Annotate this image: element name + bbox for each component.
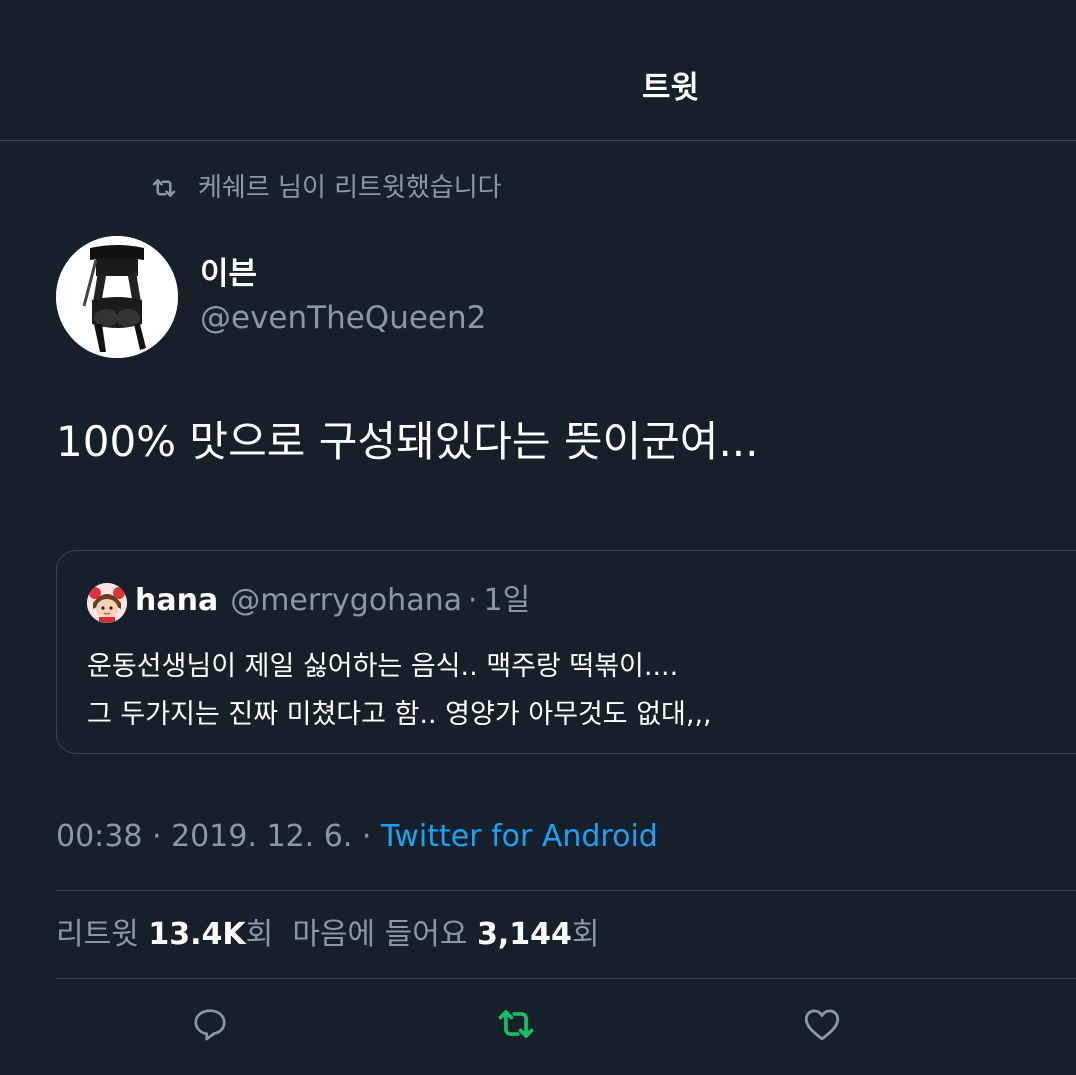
tweet-stats: 리트윗 13.4K회 마음에 들어요 3,144회	[56, 912, 600, 958]
meta-separator: ·	[142, 819, 172, 854]
page-title: 트윗	[641, 70, 700, 106]
divider	[56, 978, 1076, 979]
like-label: 마음에 들어요	[292, 917, 468, 952]
retweet-icon	[148, 172, 180, 204]
quoted-timestamp: 1일	[483, 583, 531, 618]
retweet-context-text: 케쉐르 님이 리트윗했습니다	[198, 173, 502, 203]
quoted-tweet-line: 그 두가지는 진짜 미쳤다고 함.. 영양가 아무것도 없대,,,	[87, 699, 712, 730]
heart-icon	[804, 1009, 840, 1041]
quoted-tweet-header: hana @merrygohana · 1일	[135, 579, 530, 623]
quoted-tweet-line: 운동선생님이 제일 싫어하는 음식.. 맥주랑 떡볶이....	[87, 651, 679, 682]
quoted-author-name: hana	[135, 583, 219, 618]
like-count: 3,144	[477, 917, 572, 952]
retweet-button[interactable]	[494, 1002, 538, 1046]
like-stat[interactable]: 마음에 들어요 3,144회	[292, 917, 599, 952]
retweet-suffix: 회	[245, 917, 274, 952]
quoted-author-handle: @merrygohana	[230, 583, 462, 618]
top-bar: 트윗	[0, 0, 1076, 141]
like-button[interactable]	[800, 1002, 844, 1046]
author-avatar[interactable]	[56, 236, 178, 358]
tweet-meta: 00:38 · 2019. 12. 6. · Twitter for Andro…	[56, 814, 658, 860]
retweet-icon	[498, 1010, 534, 1038]
quoted-tweet-card[interactable]: hana @merrygohana · 1일 운동선생님이 제일 싫어하는 음식…	[56, 550, 1076, 754]
author-handle[interactable]: @evenTheQueen2	[200, 296, 486, 340]
quoted-separator: ·	[467, 583, 478, 618]
retweet-stat[interactable]: 리트윗 13.4K회	[56, 917, 273, 952]
divider	[56, 890, 1076, 891]
retweet-count: 13.4K	[148, 917, 246, 952]
meta-separator: ·	[352, 819, 381, 854]
tweet-date: 2019. 12. 6.	[171, 819, 353, 854]
quoted-author-avatar	[87, 583, 127, 623]
tweet-source-link[interactable]: Twitter for Android	[381, 819, 658, 854]
author-name[interactable]: 이븐	[200, 252, 257, 296]
tweet-time: 00:38	[56, 819, 143, 854]
reply-button[interactable]	[188, 1002, 232, 1046]
quoted-tweet-text: 운동선생님이 제일 싫어하는 음식.. 맥주랑 떡볶이.... 그 두가지는 진…	[87, 643, 712, 739]
like-suffix: 회	[571, 917, 600, 952]
reply-icon	[194, 1009, 226, 1041]
tweet-text: 100% 맛으로 구성돼있다는 뜻이군여...	[56, 417, 759, 466]
retweet-context[interactable]: 케쉐르 님이 리트윗했습니다	[148, 168, 502, 208]
retweet-label: 리트윗	[56, 917, 139, 952]
